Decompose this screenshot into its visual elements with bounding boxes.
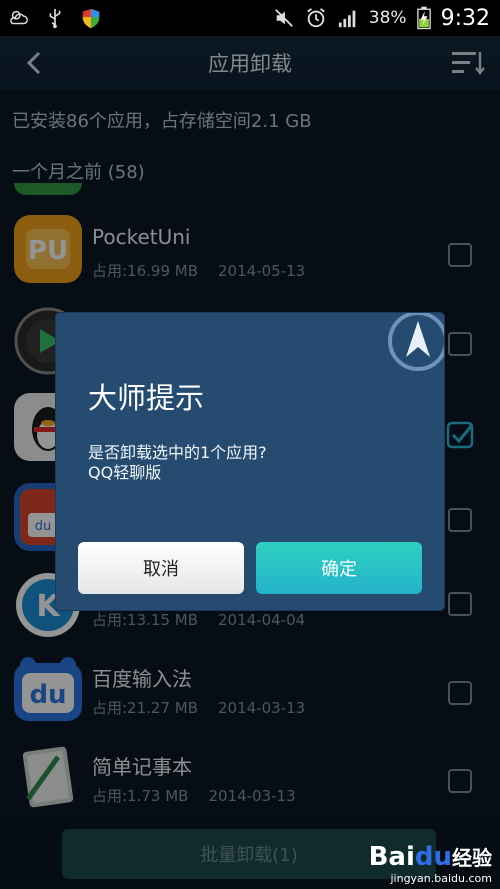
dialog-message: 是否卸载选中的1个应用? QQ轻聊版	[88, 443, 267, 483]
dialog-app-name: QQ轻聊版	[88, 463, 162, 482]
watermark-url: jingyan.baidu.com	[390, 872, 492, 885]
status-bar: 38% 9:32	[0, 0, 500, 36]
master-logo-icon	[388, 313, 444, 371]
confirm-dialog: 大师提示 是否卸载选中的1个应用? QQ轻聊版 取消 确定	[56, 313, 444, 610]
shield-icon	[82, 8, 100, 29]
battery-percent: 38%	[368, 8, 407, 28]
usb-icon	[49, 8, 61, 29]
battery-icon	[416, 6, 431, 30]
dialog-title: 大师提示	[88, 381, 205, 415]
baidu-jingyan-watermark: Baidu经验 jingyan.baidu.com	[369, 842, 492, 885]
clock: 9:32	[440, 5, 490, 31]
cloud-weather-icon	[10, 10, 28, 25]
signal-icon	[338, 10, 356, 28]
confirm-button[interactable]: 确定	[256, 542, 422, 594]
cancel-button[interactable]: 取消	[78, 542, 244, 594]
watermark-logo: Baidu经验	[368, 842, 492, 872]
dialog-message-line: 是否卸载选中的1个应用?	[88, 443, 267, 462]
alarm-icon	[306, 8, 325, 28]
mute-icon	[274, 9, 293, 27]
